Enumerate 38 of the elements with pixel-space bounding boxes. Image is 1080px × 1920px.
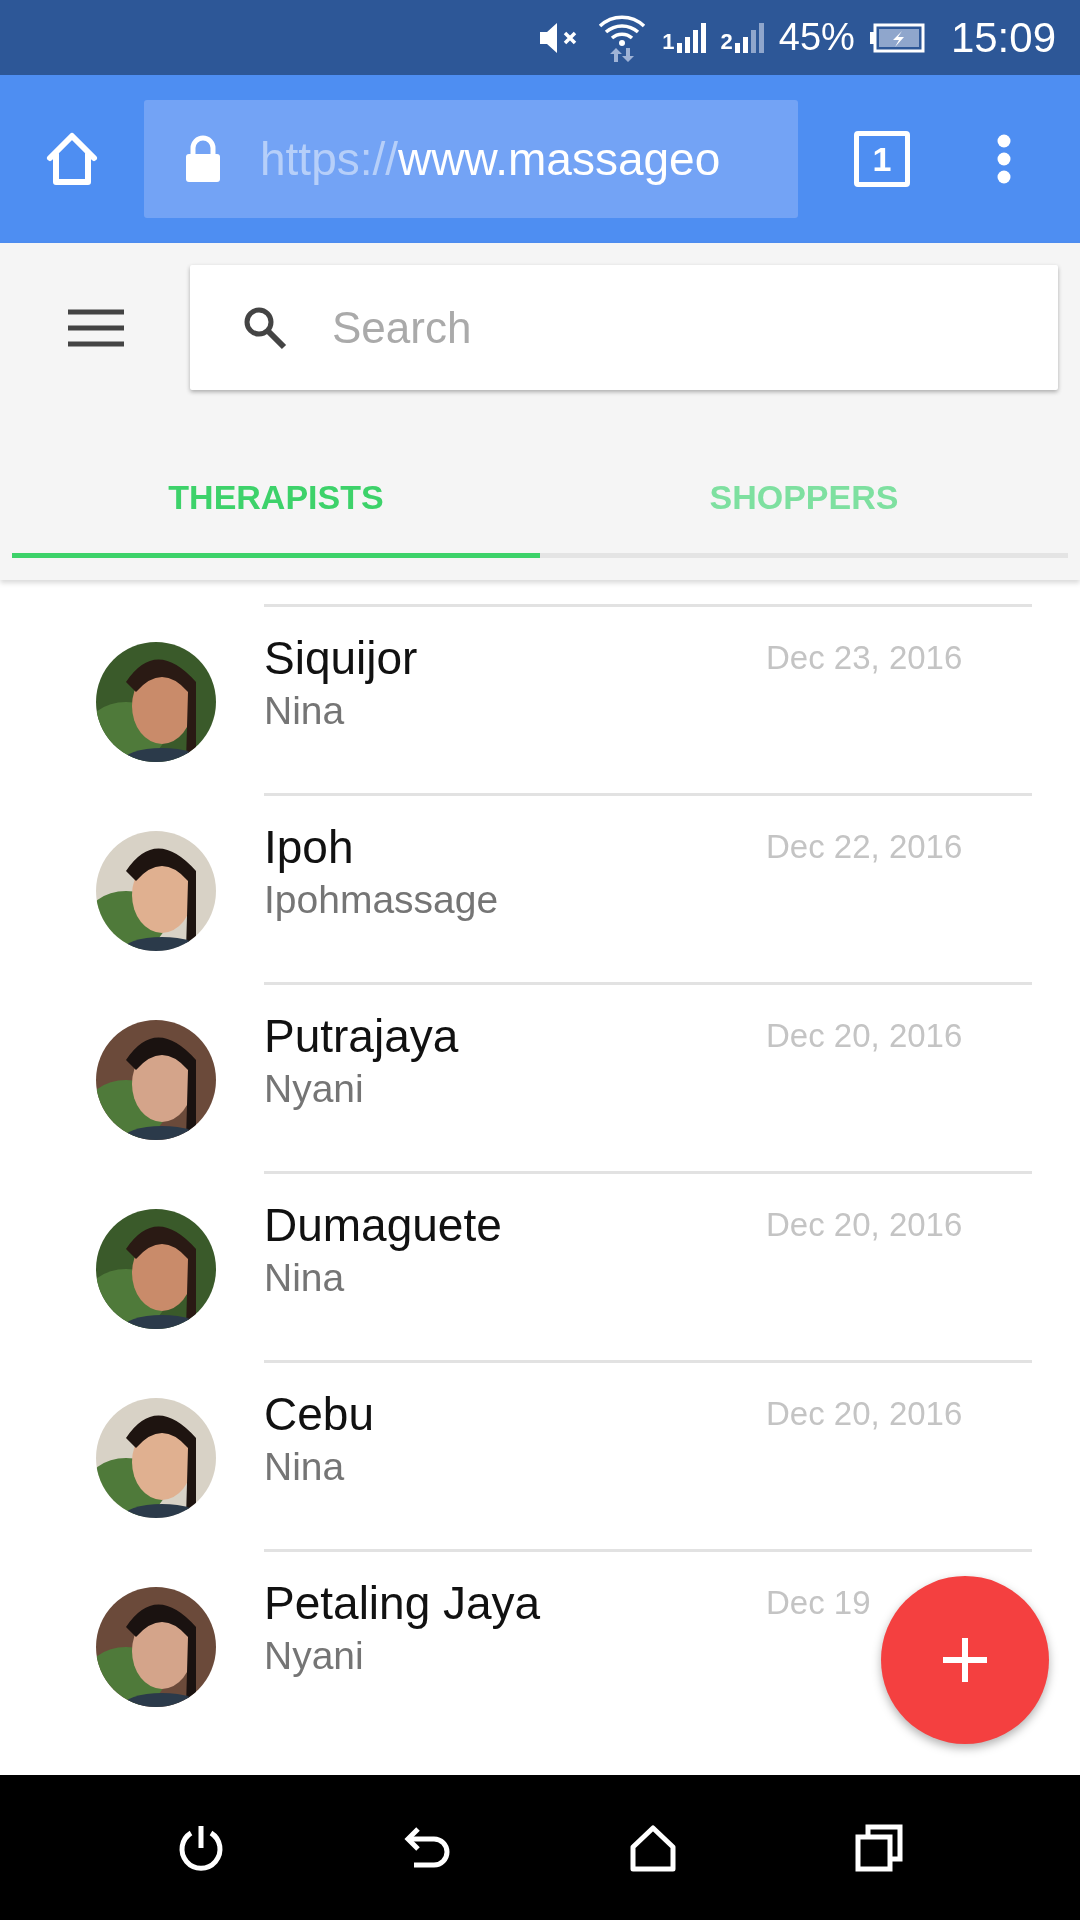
address-bar[interactable]: https://www.massageo bbox=[144, 100, 798, 218]
item-date: Dec 20, 2016 bbox=[766, 1017, 964, 1055]
sim-label: 1 bbox=[662, 30, 675, 53]
menu-icon[interactable] bbox=[68, 308, 124, 347]
more-icon[interactable] bbox=[996, 134, 1012, 184]
item-subtitle: Ipohmassage bbox=[264, 878, 499, 922]
tab-count-button[interactable]: 1 bbox=[854, 131, 910, 187]
battery-percent: 45% bbox=[778, 16, 855, 59]
item-subtitle: Nina bbox=[264, 1256, 346, 1300]
tab[interactable]: THERAPISTS bbox=[12, 444, 540, 558]
item-date: Dec 23, 2016 bbox=[766, 639, 964, 677]
clock: 15:09 bbox=[950, 13, 1056, 62]
item-date: Dec 19 bbox=[766, 1584, 872, 1622]
item-title: Petaling Jaya bbox=[264, 1576, 541, 1630]
item-subtitle: Nina bbox=[264, 1445, 346, 1489]
battery-icon bbox=[868, 22, 925, 53]
item-subtitle: Nyani bbox=[264, 1067, 365, 1111]
add-button[interactable] bbox=[881, 1576, 1049, 1744]
item-title: Putrajaya bbox=[264, 1009, 459, 1063]
lock-icon bbox=[184, 135, 222, 183]
signal-icon bbox=[734, 22, 765, 53]
home-icon[interactable] bbox=[628, 1822, 678, 1873]
recents-icon[interactable] bbox=[854, 1822, 904, 1873]
signal-icon bbox=[676, 22, 707, 53]
sim-label: 2 bbox=[720, 30, 733, 53]
item-subtitle: Nyani bbox=[264, 1634, 365, 1678]
item-date: Dec 22, 2016 bbox=[766, 828, 964, 866]
item-title: Dumaguete bbox=[264, 1198, 502, 1252]
item-title: Cebu bbox=[264, 1387, 374, 1441]
tab[interactable]: SHOPPERS bbox=[540, 444, 1068, 558]
search-field[interactable]: Search bbox=[330, 301, 934, 354]
item-date: Dec 20, 2016 bbox=[766, 1395, 964, 1433]
item-subtitle: Nina bbox=[264, 689, 346, 733]
url-text: https://www.massageo bbox=[260, 132, 721, 186]
item-date: Dec 20, 2016 bbox=[766, 1206, 964, 1244]
search-bar[interactable]: Search bbox=[190, 265, 1058, 390]
item-title: Siquijor bbox=[264, 631, 418, 685]
item-title: Ipoh bbox=[264, 820, 355, 874]
